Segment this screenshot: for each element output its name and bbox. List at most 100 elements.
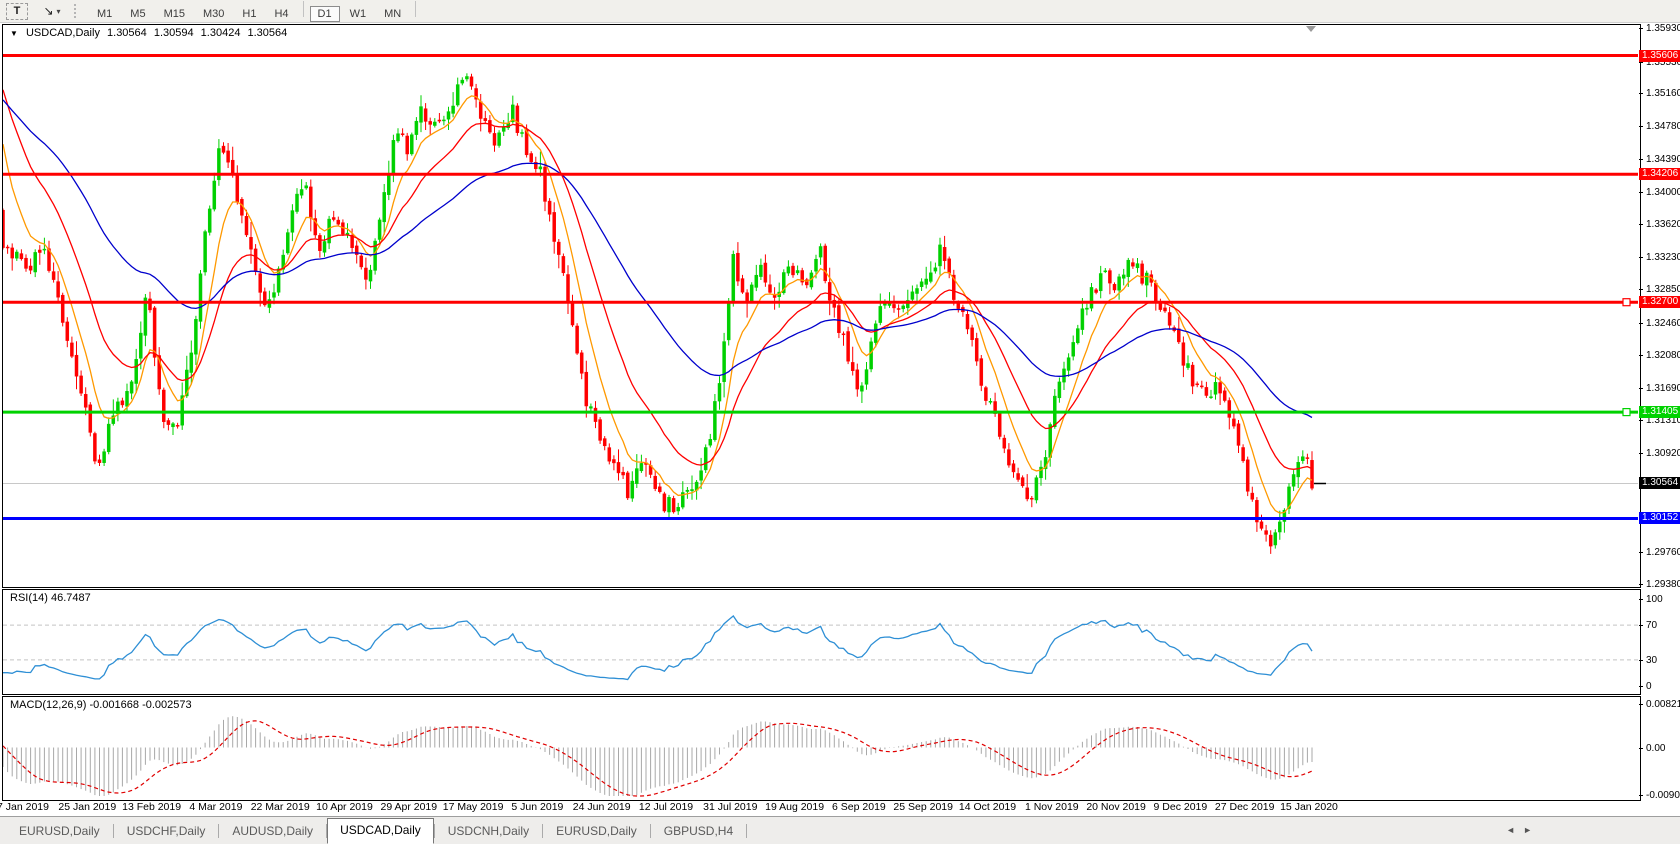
arrows-dropdown-caret[interactable]: ▾	[57, 7, 61, 16]
date-label: 10 Apr 2019	[316, 801, 373, 813]
price-tick-label: 1.32850	[1646, 284, 1680, 295]
date-label: 19 Aug 2019	[765, 801, 825, 813]
macd-tick-label: 0.00	[1646, 743, 1666, 754]
time-axis[interactable]: 7 Jan 2019 25 Jan 2019 13 Feb 2019 4 Mar 20…	[0, 799, 1680, 815]
price-axis[interactable]: 1.35930 1.35530 1.35160 1.34780 1.34390 1.340…	[1639, 22, 1680, 802]
macd-tick-dash	[1639, 795, 1643, 796]
date-label: 20 Nov 2019	[1086, 801, 1146, 813]
date-label: 13 Feb 2019	[122, 801, 182, 813]
quote-low: 1.30424	[200, 27, 241, 39]
bid-price-label: 1.30564	[1639, 477, 1680, 489]
chart-symbol-period: USDCAD,Daily	[25, 27, 100, 39]
timeframe-button-h4[interactable]: H4	[266, 6, 296, 22]
chart-tab-usdchf-daily[interactable]: USDCHF,Daily	[114, 819, 219, 843]
toolbar-grip	[74, 4, 78, 18]
price-tick-dash	[1639, 289, 1643, 290]
rsi-tick-dash	[1639, 686, 1643, 687]
date-label: 25 Jan 2019	[58, 801, 117, 813]
date-label: 7 Jan 2019	[0, 801, 49, 813]
timeframe-button-w1[interactable]: W1	[342, 6, 375, 22]
chart-tab-usdcnh-daily[interactable]: USDCNH,Daily	[435, 819, 542, 843]
date-label: 27 Dec 2019	[1214, 801, 1275, 813]
price-tick-label: 1.34390	[1646, 154, 1680, 165]
chart-tab-eurusd-daily[interactable]: EURUSD,Daily	[6, 819, 113, 843]
tab-separator	[746, 824, 748, 838]
timeframe-button-m30[interactable]: M30	[195, 6, 232, 22]
chart-tabs: EURUSD,Daily USDCHF,Daily AUDUSD,Daily USDC…	[6, 818, 748, 844]
price-tick-dash	[1639, 323, 1643, 324]
price-tick-label: 1.33230	[1646, 252, 1680, 263]
chart-tab-audusd-daily[interactable]: AUDUSD,Daily	[219, 819, 326, 843]
macd-indicator-panel[interactable]: MACD(12,26,9) -0.001668 -0.002573	[2, 696, 1641, 801]
rsi-tick-dash	[1639, 599, 1643, 600]
main-chart-panel[interactable]: ▼ USDCAD,Daily 1.30564 1.30594 1.30424 1…	[2, 24, 1641, 588]
price-tick-label: 1.32460	[1646, 318, 1680, 329]
price-tick-dash	[1639, 257, 1643, 258]
date-label: 4 Mar 2019	[189, 801, 243, 813]
date-label: 22 Mar 2019	[250, 801, 310, 813]
rsi-label: RSI(14) 46.7487	[10, 592, 91, 604]
mt4-window: T ↘ ▾ M1 M5 M15 M30 H1 H4 D1 W1 MN ▼ USDCAD,Dail…	[0, 0, 1680, 844]
price-tick-label: 1.32080	[1646, 350, 1680, 361]
level-price-label: 1.32700	[1639, 296, 1680, 308]
rsi-chart[interactable]	[3, 590, 1638, 692]
macd-tick-dash	[1639, 748, 1643, 749]
price-tick-label: 1.33620	[1646, 219, 1680, 230]
price-tick-dash	[1639, 453, 1643, 454]
rsi-tick-dash	[1639, 625, 1643, 626]
timeframe-button-m1[interactable]: M1	[89, 6, 120, 22]
price-tick-dash	[1639, 159, 1643, 160]
rsi-tick-label: 0	[1646, 681, 1652, 692]
price-tick-dash	[1639, 192, 1643, 193]
chart-tab-eurusd-daily[interactable]: EURUSD,Daily	[543, 819, 650, 843]
date-label: 14 Oct 2019	[958, 801, 1017, 813]
rsi-tick-label: 100	[1646, 594, 1663, 605]
toolbar-separator	[302, 0, 304, 17]
rsi-tick-dash	[1639, 660, 1643, 661]
timeframe-button-d1[interactable]: D1	[309, 5, 340, 22]
price-tick-label: 1.35160	[1646, 88, 1680, 99]
price-tick-label: 1.29380	[1646, 579, 1680, 590]
date-label: 24 Jun 2019	[572, 801, 631, 813]
date-label: 12 Jul 2019	[638, 801, 694, 813]
text-label-tool-button[interactable]: T	[6, 2, 28, 20]
chart-header-caret[interactable]: ▼	[10, 29, 18, 38]
quote-open: 1.30564	[107, 27, 147, 39]
timeframe-button-m5[interactable]: M5	[122, 6, 153, 22]
price-tick-label: 1.31690	[1646, 383, 1680, 394]
timeframe-button-h1[interactable]: H1	[234, 6, 264, 22]
date-label: 1 Nov 2019	[1024, 801, 1079, 813]
date-label: 15 Jan 2020	[1280, 801, 1338, 813]
price-tick-label: 1.29760	[1646, 547, 1680, 558]
price-tick-dash	[1639, 552, 1643, 553]
tab-scroll-arrows[interactable]: ◄►	[1506, 825, 1540, 835]
date-label: 5 Jun 2019	[511, 801, 564, 813]
macd-label: MACD(12,26,9) -0.001668 -0.002573	[10, 699, 192, 711]
macd-tick-label: 0.008214	[1646, 699, 1680, 710]
chart-header: ▼ USDCAD,Daily 1.30564 1.30594 1.30424 1…	[10, 27, 291, 39]
price-tick-dash	[1639, 355, 1643, 356]
macd-tick-dash	[1639, 704, 1643, 705]
toolbar: T ↘ ▾ M1 M5 M15 M30 H1 H4 D1 W1 MN	[0, 0, 1680, 23]
arrows-tool-icon: ↘	[43, 4, 54, 18]
chart-tab-gbpusd-h4[interactable]: GBPUSD,H4	[651, 819, 746, 843]
price-tick-dash	[1639, 93, 1643, 94]
chart-tab-bar: EURUSD,Daily USDCHF,Daily AUDUSD,Daily USDC…	[0, 816, 1680, 844]
macd-chart[interactable]	[3, 697, 1638, 798]
chart-tab-usdcad-daily[interactable]: USDCAD,Daily	[327, 818, 434, 844]
price-tick-dash	[1639, 62, 1643, 63]
level-price-label: 1.35606	[1639, 50, 1680, 62]
price-tick-label: 1.30920	[1646, 448, 1680, 459]
price-tick-dash	[1639, 584, 1643, 585]
rsi-indicator-panel[interactable]: RSI(14) 46.7487	[2, 589, 1641, 695]
price-tick-dash	[1639, 28, 1643, 29]
date-label: 17 May 2019	[442, 801, 504, 813]
arrows-tool-button[interactable]: ↘ ▾	[42, 2, 62, 20]
timeframe-button-m15[interactable]: M15	[156, 6, 193, 22]
timeframe-button-mn[interactable]: MN	[376, 6, 409, 22]
rsi-tick-label: 70	[1646, 620, 1658, 631]
candlestick-chart[interactable]	[3, 25, 1638, 585]
rsi-tick-label: 30	[1646, 655, 1658, 666]
quote-close: 1.30564	[247, 27, 288, 39]
level-price-label: 1.31405	[1639, 406, 1680, 418]
